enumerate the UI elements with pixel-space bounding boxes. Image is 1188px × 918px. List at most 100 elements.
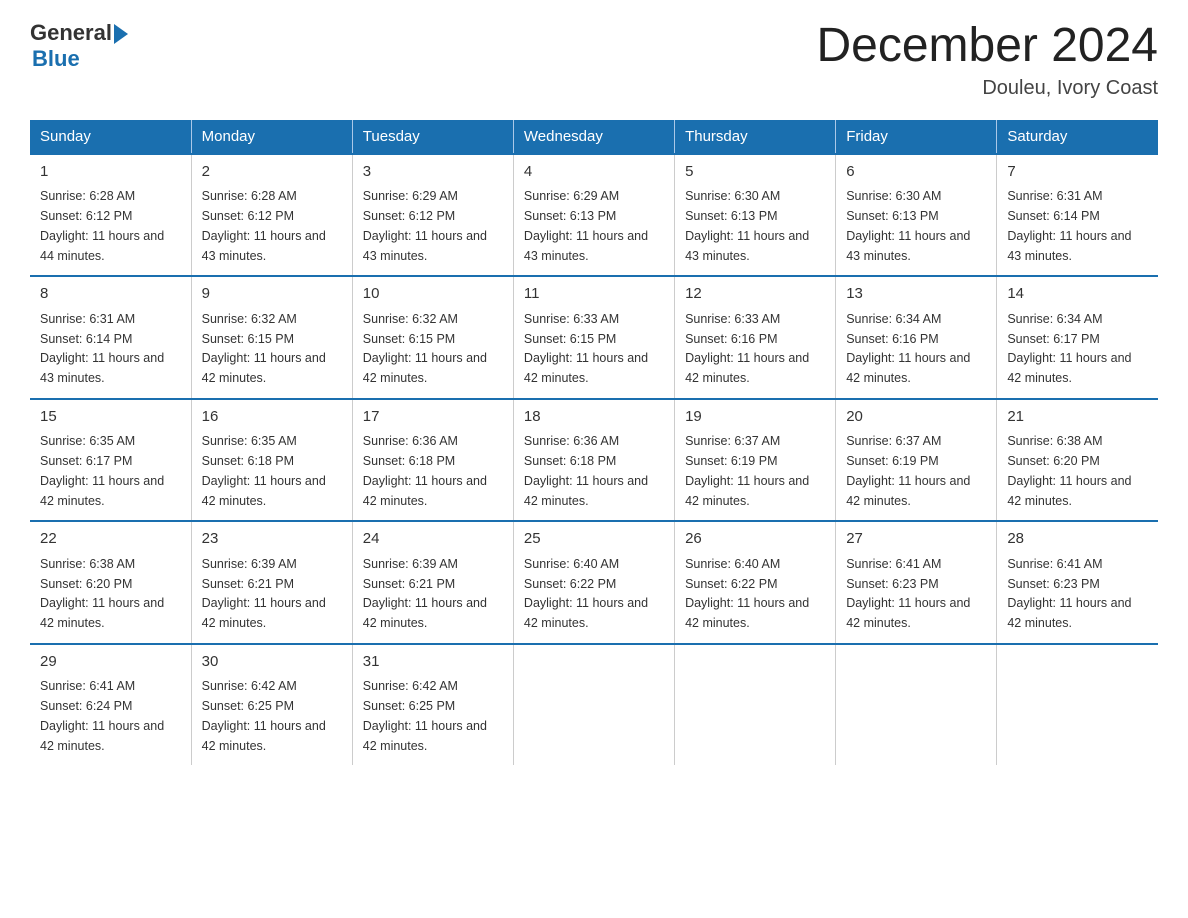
table-row <box>836 644 997 766</box>
day-info: Sunrise: 6:41 AMSunset: 6:23 PMDaylight:… <box>1007 557 1131 630</box>
day-number: 28 <box>1007 528 1148 551</box>
table-row: 2 Sunrise: 6:28 AMSunset: 6:12 PMDaylight… <box>191 154 352 277</box>
day-number: 6 <box>846 161 986 184</box>
table-row: 19 Sunrise: 6:37 AMSunset: 6:19 PMDayligh… <box>675 399 836 522</box>
day-number: 2 <box>202 161 342 184</box>
day-info: Sunrise: 6:41 AMSunset: 6:24 PMDaylight:… <box>40 679 164 752</box>
col-tuesday: Tuesday <box>352 120 513 154</box>
calendar-header-row: Sunday Monday Tuesday Wednesday Thursday… <box>30 120 1158 154</box>
calendar-week-row: 15Sunrise: 6:35 AMSunset: 6:17 PMDayligh… <box>30 399 1158 522</box>
table-row <box>675 644 836 766</box>
calendar-week-row: 29Sunrise: 6:41 AMSunset: 6:24 PMDayligh… <box>30 644 1158 766</box>
table-row <box>513 644 674 766</box>
day-info: Sunrise: 6:31 AMSunset: 6:14 PMDaylight:… <box>40 312 164 385</box>
day-info: Sunrise: 6:29 AMSunset: 6:12 PMDaylight:… <box>363 189 487 262</box>
day-number: 14 <box>1007 283 1148 306</box>
table-row <box>997 644 1158 766</box>
day-info: Sunrise: 6:36 AMSunset: 6:18 PMDaylight:… <box>363 434 487 507</box>
calendar-week-row: 1 Sunrise: 6:28 AMSunset: 6:12 PMDaylight… <box>30 154 1158 277</box>
table-row: 1 Sunrise: 6:28 AMSunset: 6:12 PMDaylight… <box>30 154 191 277</box>
day-number: 12 <box>685 283 825 306</box>
day-info: Sunrise: 6:32 AMSunset: 6:15 PMDaylight:… <box>202 312 326 385</box>
table-row: 24Sunrise: 6:39 AMSunset: 6:21 PMDayligh… <box>352 521 513 644</box>
table-row: 21 Sunrise: 6:38 AMSunset: 6:20 PMDayligh… <box>997 399 1158 522</box>
day-number: 17 <box>363 406 503 429</box>
table-row: 4 Sunrise: 6:29 AMSunset: 6:13 PMDaylight… <box>513 154 674 277</box>
day-number: 8 <box>40 283 181 306</box>
day-info: Sunrise: 6:35 AMSunset: 6:17 PMDaylight:… <box>40 434 164 507</box>
logo-arrow-icon <box>114 24 128 44</box>
table-row: 26 Sunrise: 6:40 AMSunset: 6:22 PMDayligh… <box>675 521 836 644</box>
day-info: Sunrise: 6:40 AMSunset: 6:22 PMDaylight:… <box>524 557 648 630</box>
col-thursday: Thursday <box>675 120 836 154</box>
day-info: Sunrise: 6:36 AMSunset: 6:18 PMDaylight:… <box>524 434 648 507</box>
day-number: 16 <box>202 406 342 429</box>
day-number: 22 <box>40 528 181 551</box>
day-info: Sunrise: 6:37 AMSunset: 6:19 PMDaylight:… <box>685 434 809 507</box>
logo-top: General <box>30 20 128 46</box>
table-row: 5 Sunrise: 6:30 AMSunset: 6:13 PMDaylight… <box>675 154 836 277</box>
col-saturday: Saturday <box>997 120 1158 154</box>
day-number: 18 <box>524 406 664 429</box>
day-number: 20 <box>846 406 986 429</box>
day-info: Sunrise: 6:34 AMSunset: 6:16 PMDaylight:… <box>846 312 970 385</box>
day-number: 26 <box>685 528 825 551</box>
day-info: Sunrise: 6:38 AMSunset: 6:20 PMDaylight:… <box>1007 434 1131 507</box>
table-row: 20 Sunrise: 6:37 AMSunset: 6:19 PMDayligh… <box>836 399 997 522</box>
table-row: 7 Sunrise: 6:31 AMSunset: 6:14 PMDaylight… <box>997 154 1158 277</box>
col-monday: Monday <box>191 120 352 154</box>
day-info: Sunrise: 6:32 AMSunset: 6:15 PMDaylight:… <box>363 312 487 385</box>
day-number: 3 <box>363 161 503 184</box>
logo-blue-text: Blue <box>32 46 80 72</box>
day-info: Sunrise: 6:28 AMSunset: 6:12 PMDaylight:… <box>202 189 326 262</box>
col-sunday: Sunday <box>30 120 191 154</box>
day-number: 11 <box>524 283 664 306</box>
day-info: Sunrise: 6:40 AMSunset: 6:22 PMDaylight:… <box>685 557 809 630</box>
logo: General Blue <box>30 20 128 72</box>
day-info: Sunrise: 6:37 AMSunset: 6:19 PMDaylight:… <box>846 434 970 507</box>
day-number: 24 <box>363 528 503 551</box>
table-row: 3 Sunrise: 6:29 AMSunset: 6:12 PMDaylight… <box>352 154 513 277</box>
table-row: 8 Sunrise: 6:31 AMSunset: 6:14 PMDaylight… <box>30 276 191 399</box>
table-row: 6 Sunrise: 6:30 AMSunset: 6:13 PMDaylight… <box>836 154 997 277</box>
day-info: Sunrise: 6:34 AMSunset: 6:17 PMDaylight:… <box>1007 312 1131 385</box>
table-row: 25Sunrise: 6:40 AMSunset: 6:22 PMDayligh… <box>513 521 674 644</box>
day-info: Sunrise: 6:28 AMSunset: 6:12 PMDaylight:… <box>40 189 164 262</box>
day-info: Sunrise: 6:42 AMSunset: 6:25 PMDaylight:… <box>202 679 326 752</box>
day-number: 21 <box>1007 406 1148 429</box>
day-info: Sunrise: 6:31 AMSunset: 6:14 PMDaylight:… <box>1007 189 1131 262</box>
day-number: 19 <box>685 406 825 429</box>
day-info: Sunrise: 6:33 AMSunset: 6:16 PMDaylight:… <box>685 312 809 385</box>
table-row: 29Sunrise: 6:41 AMSunset: 6:24 PMDayligh… <box>30 644 191 766</box>
day-info: Sunrise: 6:29 AMSunset: 6:13 PMDaylight:… <box>524 189 648 262</box>
calendar-table: Sunday Monday Tuesday Wednesday Thursday… <box>30 120 1158 766</box>
table-row: 9 Sunrise: 6:32 AMSunset: 6:15 PMDaylight… <box>191 276 352 399</box>
day-info: Sunrise: 6:30 AMSunset: 6:13 PMDaylight:… <box>846 189 970 262</box>
table-row: 13Sunrise: 6:34 AMSunset: 6:16 PMDayligh… <box>836 276 997 399</box>
table-row: 23Sunrise: 6:39 AMSunset: 6:21 PMDayligh… <box>191 521 352 644</box>
col-wednesday: Wednesday <box>513 120 674 154</box>
day-number: 4 <box>524 161 664 184</box>
day-number: 1 <box>40 161 181 184</box>
table-row: 31Sunrise: 6:42 AMSunset: 6:25 PMDayligh… <box>352 644 513 766</box>
table-row: 16Sunrise: 6:35 AMSunset: 6:18 PMDayligh… <box>191 399 352 522</box>
title-section: December 2024 Douleu, Ivory Coast <box>816 20 1158 100</box>
day-info: Sunrise: 6:41 AMSunset: 6:23 PMDaylight:… <box>846 557 970 630</box>
table-row: 18 Sunrise: 6:36 AMSunset: 6:18 PMDayligh… <box>513 399 674 522</box>
table-row: 22 Sunrise: 6:38 AMSunset: 6:20 PMDayligh… <box>30 521 191 644</box>
day-number: 10 <box>363 283 503 306</box>
day-number: 7 <box>1007 161 1148 184</box>
table-row: 14 Sunrise: 6:34 AMSunset: 6:17 PMDayligh… <box>997 276 1158 399</box>
day-number: 5 <box>685 161 825 184</box>
month-year-title: December 2024 <box>816 20 1158 73</box>
day-number: 9 <box>202 283 342 306</box>
day-number: 27 <box>846 528 986 551</box>
table-row: 10 Sunrise: 6:32 AMSunset: 6:15 PMDayligh… <box>352 276 513 399</box>
table-row: 17 Sunrise: 6:36 AMSunset: 6:18 PMDayligh… <box>352 399 513 522</box>
day-info: Sunrise: 6:33 AMSunset: 6:15 PMDaylight:… <box>524 312 648 385</box>
day-info: Sunrise: 6:30 AMSunset: 6:13 PMDaylight:… <box>685 189 809 262</box>
day-info: Sunrise: 6:38 AMSunset: 6:20 PMDaylight:… <box>40 557 164 630</box>
day-info: Sunrise: 6:42 AMSunset: 6:25 PMDaylight:… <box>363 679 487 752</box>
table-row: 12 Sunrise: 6:33 AMSunset: 6:16 PMDayligh… <box>675 276 836 399</box>
logo-general-text: General <box>30 20 112 46</box>
